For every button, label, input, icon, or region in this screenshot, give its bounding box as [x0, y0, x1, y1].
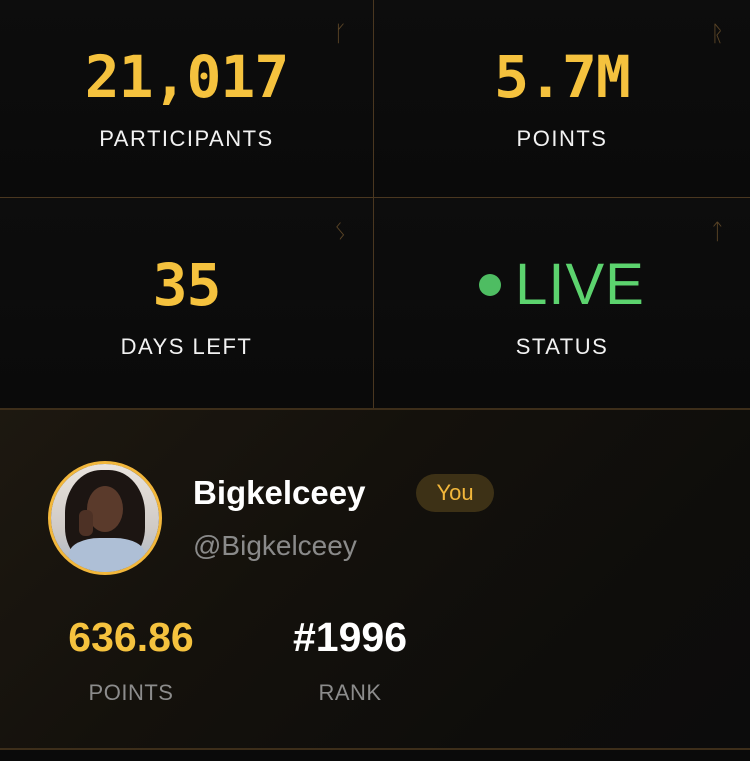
user-rank: #1996 RANK — [273, 617, 427, 706]
leaderboard-panel: ᚴ 21,017 PARTICIPANTS ᚱ 5.7M POINTS ᛊ 35… — [0, 0, 750, 761]
participants-value: 21,017 — [84, 43, 290, 111]
avatar[interactable] — [48, 461, 162, 575]
live-dot-icon — [479, 274, 502, 296]
rune-icon: ᚴ — [333, 22, 347, 47]
stat-days-left: ᛊ 35 DAYS LEFT — [0, 198, 374, 410]
points-label: POINTS — [516, 126, 608, 151]
participants-label: PARTICIPANTS — [99, 126, 274, 151]
days-left-value: 35 — [152, 251, 222, 319]
username: Bigkelceey — [193, 474, 366, 511]
user-handle: @Bigkelceey — [193, 530, 357, 561]
stat-participants: ᚴ 21,017 PARTICIPANTS — [0, 0, 374, 198]
user-profile-card[interactable]: Bigkelceey You @Bigkelceey 636.86 POINTS… — [0, 408, 750, 750]
user-points-value: 636.86 — [68, 614, 194, 660]
stat-status: ᛏ LIVE STATUS — [374, 198, 750, 410]
stat-points: ᚱ 5.7M POINTS — [374, 0, 750, 198]
stats-grid: ᚴ 21,017 PARTICIPANTS ᚱ 5.7M POINTS ᛊ 35… — [0, 0, 750, 410]
status-label: STATUS — [515, 334, 609, 359]
user-rank-label: RANK — [318, 680, 382, 705]
rune-icon: ᛏ — [710, 220, 724, 245]
live-indicator: LIVE — [479, 256, 645, 314]
you-badge: You — [416, 474, 494, 512]
user-points-label: POINTS — [88, 680, 174, 705]
days-left-label: DAYS LEFT — [120, 334, 253, 359]
rune-icon: ᚱ — [710, 22, 724, 47]
rune-icon: ᛊ — [333, 220, 347, 245]
status-value: LIVE — [515, 252, 645, 317]
points-value: 5.7M — [494, 43, 631, 111]
next-row-peek — [0, 750, 750, 761]
user-points: 636.86 POINTS — [46, 617, 216, 706]
user-rank-value: #1996 — [292, 614, 407, 660]
